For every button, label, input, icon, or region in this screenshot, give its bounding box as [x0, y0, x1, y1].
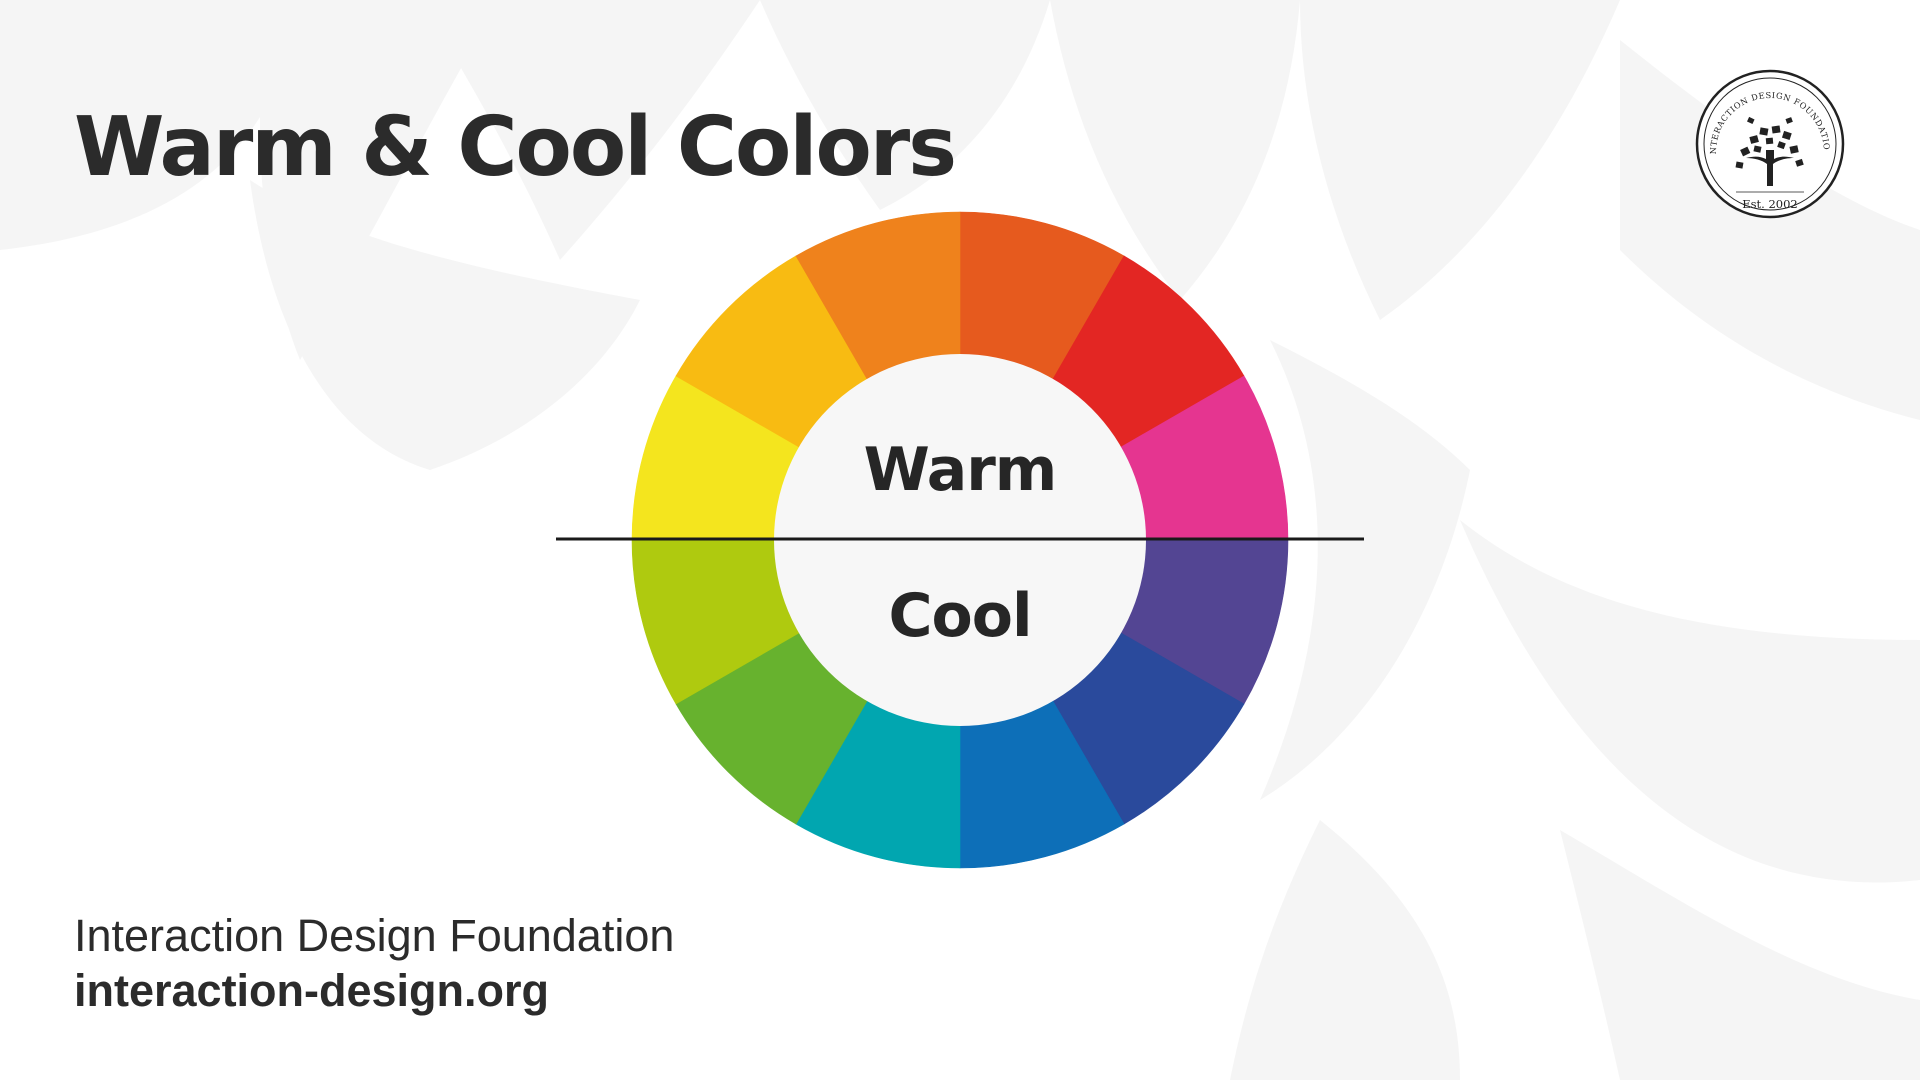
logo-established: Est. 2002: [1742, 197, 1798, 211]
footer-credit: Interaction Design Foundation interactio…: [74, 908, 674, 1018]
idf-logo: INTERACTION DESIGN FOUNDATION Est. 2002: [1694, 68, 1845, 219]
cool-label: Cool: [888, 581, 1031, 651]
slide-title: Warm & Cool Colors: [74, 100, 957, 195]
footer-org-name: Interaction Design Foundation: [74, 910, 675, 961]
footer-url-link[interactable]: interaction-design.org: [74, 964, 674, 1018]
warm-label: Warm: [864, 435, 1057, 505]
